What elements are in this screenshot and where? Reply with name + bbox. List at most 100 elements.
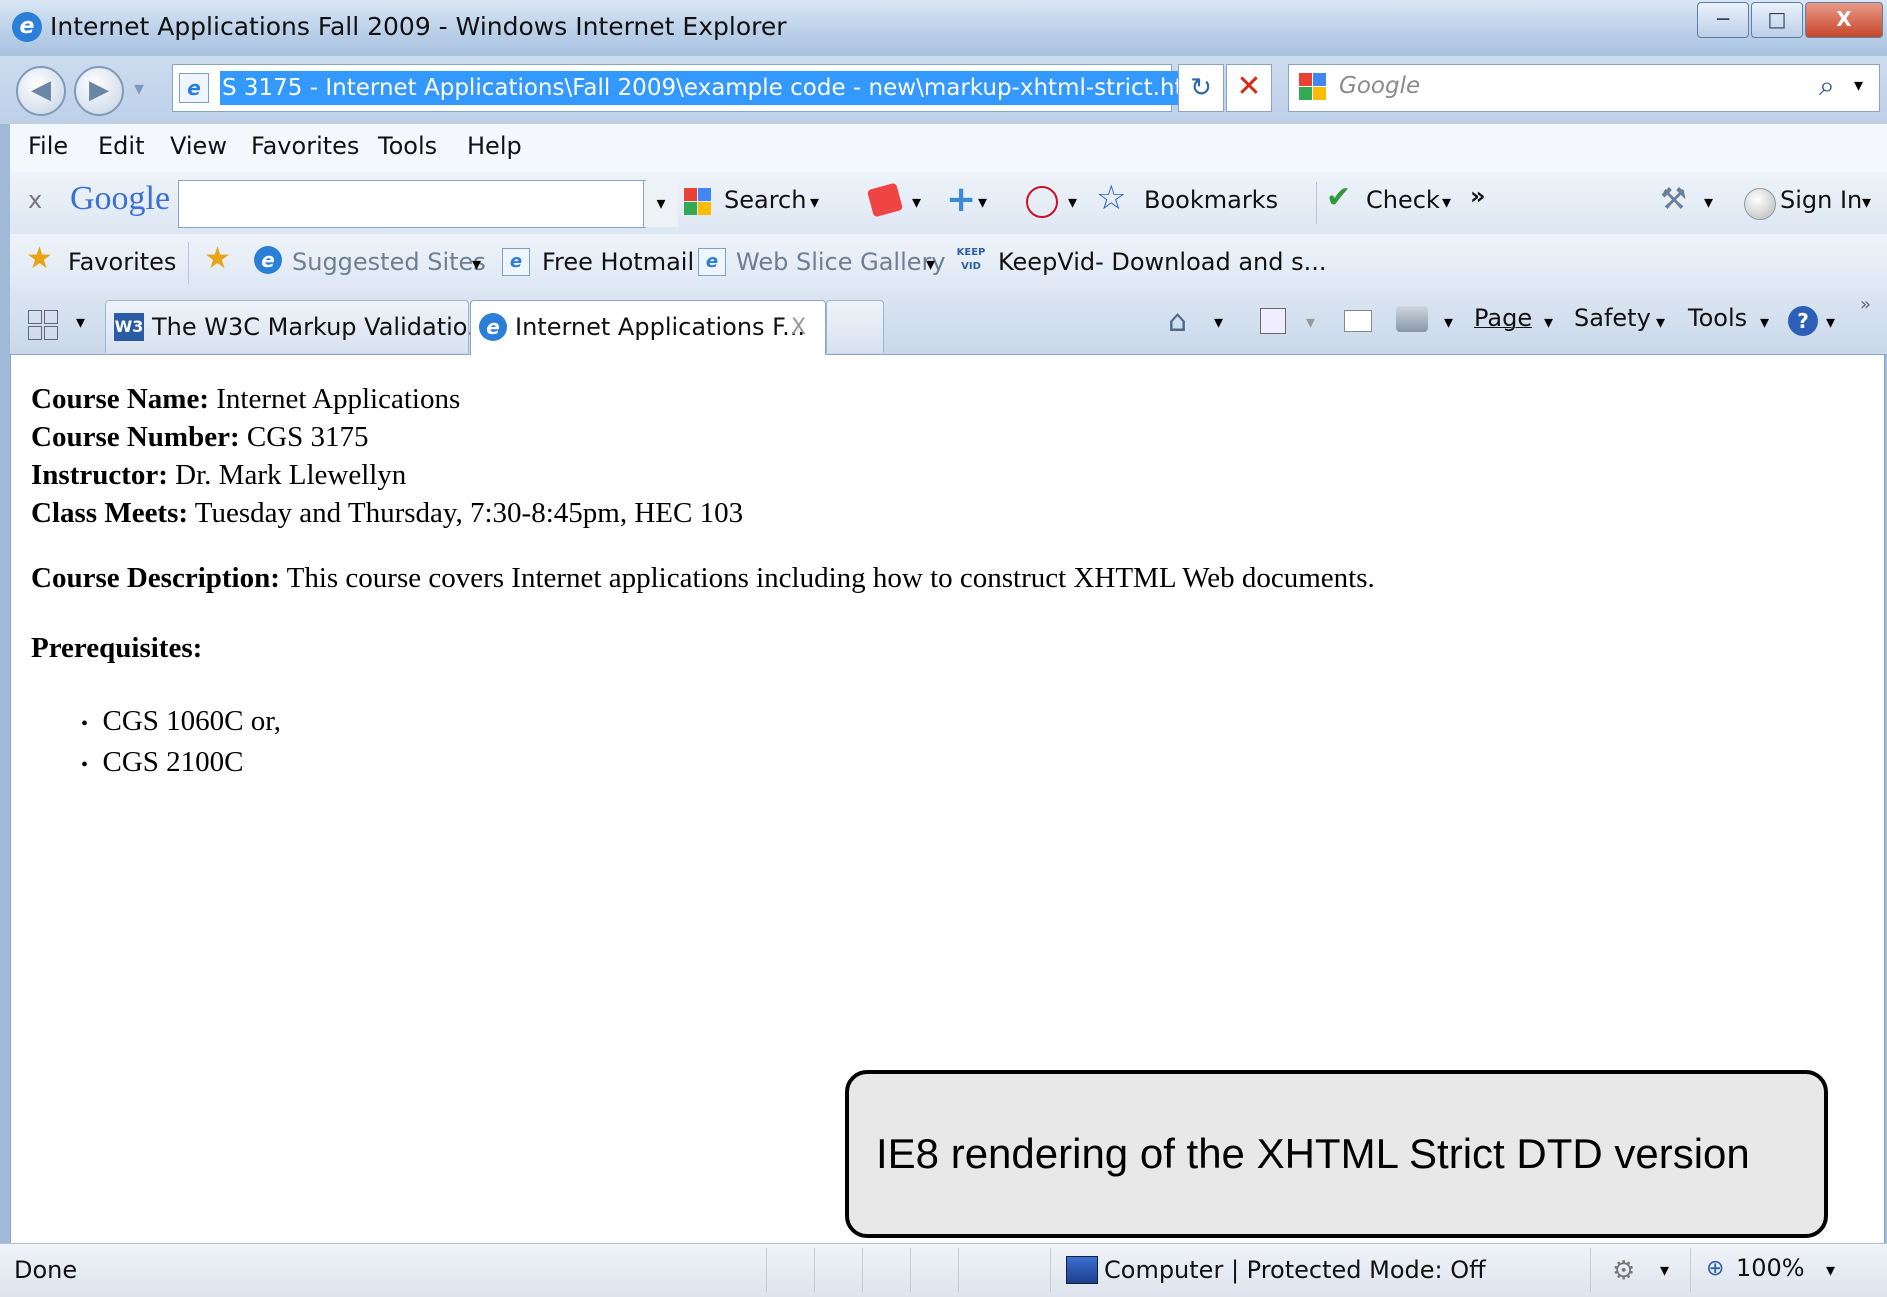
- list-item: • CGS 1060C or,: [81, 705, 282, 737]
- pagerank-dropdown-icon[interactable]: ▾: [912, 192, 921, 213]
- status-separator: [910, 1248, 911, 1292]
- forward-button[interactable]: ▶: [74, 66, 124, 116]
- keepvid-link[interactable]: KeepVid- Download and s...: [998, 248, 1327, 276]
- page-icon: e: [179, 73, 209, 103]
- menu-file[interactable]: File: [28, 132, 68, 160]
- add-favorite-icon[interactable]: ★: [204, 244, 231, 274]
- protected-mode-icon[interactable]: ⚙: [1612, 1256, 1635, 1286]
- web-slice-gallery-link[interactable]: Web Slice Gallery: [736, 248, 946, 276]
- search-dropdown-icon[interactable]: ▾: [810, 192, 819, 213]
- feeds-icon[interactable]: [1260, 308, 1286, 334]
- menu-help[interactable]: Help: [467, 132, 522, 160]
- window-title: Internet Applications Fall 2009 - Window…: [50, 12, 787, 41]
- settings-wrench-icon[interactable]: ⚒: [1660, 182, 1687, 217]
- back-button[interactable]: ◀: [16, 66, 66, 116]
- hotmail-page-icon: e: [502, 248, 530, 276]
- status-separator: [862, 1248, 863, 1292]
- tab-bar: ▾ W3 The W3C Markup Validatio... e Inter…: [10, 292, 1887, 355]
- web-slice-dropdown-icon[interactable]: ▾: [926, 254, 935, 275]
- popup-blocker-icon[interactable]: [1026, 186, 1058, 218]
- page-dropdown-icon[interactable]: ▾: [1544, 312, 1553, 333]
- menu-favorites[interactable]: Favorites: [251, 132, 359, 160]
- title-bar: e Internet Applications Fall 2009 - Wind…: [0, 0, 1887, 56]
- menu-view[interactable]: View: [170, 132, 227, 160]
- help-dropdown-icon[interactable]: ▾: [1826, 312, 1835, 333]
- status-separator: [766, 1248, 767, 1292]
- tools-menu-button[interactable]: Tools: [1688, 304, 1747, 332]
- maximize-button[interactable]: □: [1751, 2, 1803, 38]
- navigation-bar: ◀ ▶ ▾ e S 3175 - Internet Applications\F…: [0, 56, 1887, 124]
- check-button[interactable]: Check: [1366, 186, 1440, 214]
- address-input[interactable]: S 3175 - Internet Applications\Fall 2009…: [220, 71, 1215, 105]
- google-logo: Google: [70, 180, 171, 217]
- status-bar: Done Computer | Protected Mode: Off ⚙ ▾ …: [0, 1243, 1887, 1297]
- more-chevron-icon[interactable]: »: [1470, 182, 1486, 210]
- popup-dropdown-icon[interactable]: ▾: [1068, 192, 1077, 213]
- google-search-input[interactable]: ▾: [178, 180, 678, 228]
- google-toolbar: x Google ▾ Search ▾ ▾ + ▾ ▾ ☆ Bookmarks …: [10, 172, 1887, 235]
- security-zone-text[interactable]: Computer | Protected Mode: Off: [1104, 1256, 1486, 1284]
- ie-page-icon: e: [479, 313, 507, 341]
- check-dropdown-icon[interactable]: ▾: [1442, 192, 1451, 213]
- w3c-icon: W3: [114, 313, 144, 341]
- class-meets-line: Class Meets: Tuesday and Thursday, 7:30-…: [31, 494, 743, 532]
- quick-tabs-icon[interactable]: [24, 306, 60, 342]
- prereq-2: CGS 2100C: [102, 746, 244, 778]
- minimize-button[interactable]: ─: [1697, 2, 1749, 38]
- pagerank-icon[interactable]: [866, 182, 904, 218]
- suggested-sites-dropdown-icon[interactable]: ▾: [472, 254, 481, 275]
- home-dropdown-icon[interactable]: ▾: [1214, 312, 1223, 333]
- web-slice-icon: e: [698, 248, 726, 276]
- add-button-icon[interactable]: +: [946, 182, 976, 218]
- home-icon[interactable]: ⌂: [1168, 304, 1187, 339]
- tab-close-icon[interactable]: X: [791, 315, 806, 340]
- address-bar[interactable]: e S 3175 - Internet Applications\Fall 20…: [172, 64, 1337, 112]
- search-input[interactable]: Google: [1339, 73, 1420, 99]
- toolbar-close-icon[interactable]: x: [28, 186, 42, 214]
- web-search-box[interactable]: Google ⌕ ▾: [1288, 64, 1880, 112]
- status-separator: [1690, 1248, 1691, 1292]
- free-hotmail-link[interactable]: Free Hotmail: [542, 248, 694, 276]
- tab-w3c-validator[interactable]: W3 The W3C Markup Validatio...: [105, 300, 490, 353]
- command-more-icon[interactable]: »: [1860, 294, 1871, 315]
- mail-icon[interactable]: [1344, 310, 1372, 332]
- tools-dropdown-icon[interactable]: ▾: [1760, 312, 1769, 333]
- tab-list-dropdown-icon[interactable]: ▾: [76, 312, 85, 333]
- protected-mode-dropdown-icon[interactable]: ▾: [1660, 1260, 1669, 1281]
- search-options-icon[interactable]: ▾: [1854, 75, 1863, 96]
- favorites-bar: ★ Favorites ★ e Suggested Sites ▾ e Free…: [10, 234, 1887, 293]
- refresh-button[interactable]: ↻: [1178, 64, 1224, 112]
- suggested-sites-link[interactable]: Suggested Sites: [292, 248, 486, 276]
- new-tab-button[interactable]: [826, 300, 884, 353]
- settings-dropdown-icon[interactable]: ▾: [1704, 192, 1713, 213]
- menu-edit[interactable]: Edit: [98, 132, 144, 160]
- menu-tools[interactable]: Tools: [378, 132, 437, 160]
- status-separator: [814, 1248, 815, 1292]
- tab-internet-applications[interactable]: e Internet Applications F... X: [470, 300, 826, 355]
- search-history-dropdown-icon[interactable]: ▾: [643, 181, 678, 227]
- bookmarks-button[interactable]: Bookmarks: [1144, 186, 1278, 214]
- safety-dropdown-icon[interactable]: ▾: [1656, 312, 1665, 333]
- history-dropdown-icon[interactable]: ▾: [134, 76, 144, 100]
- prerequisites-label: Prerequisites:: [31, 632, 203, 664]
- print-dropdown-icon[interactable]: ▾: [1444, 312, 1453, 333]
- callout-text: IE8 rendering of the XHTML Strict DTD ve…: [876, 1130, 1750, 1177]
- spellcheck-icon: ✔: [1326, 180, 1352, 215]
- page-menu-button[interactable]: Page: [1474, 304, 1532, 332]
- add-dropdown-icon[interactable]: ▾: [978, 192, 987, 213]
- safety-menu-button[interactable]: Safety: [1574, 304, 1651, 332]
- google-search-button[interactable]: Search: [724, 186, 806, 214]
- feeds-dropdown-icon[interactable]: ▾: [1306, 312, 1315, 333]
- signin-button[interactable]: Sign In: [1780, 186, 1862, 214]
- help-icon[interactable]: ?: [1788, 306, 1818, 336]
- signin-dropdown-icon[interactable]: ▾: [1862, 192, 1871, 213]
- zoom-dropdown-icon[interactable]: ▾: [1826, 1260, 1835, 1281]
- course-number-value: CGS 3175: [246, 421, 369, 453]
- zoom-level[interactable]: 100%: [1736, 1254, 1805, 1282]
- favorites-button[interactable]: Favorites: [68, 248, 176, 276]
- stop-button[interactable]: ✕: [1226, 64, 1272, 112]
- close-window-button[interactable]: X: [1805, 2, 1883, 38]
- toolbar-separator: [1316, 182, 1317, 224]
- print-icon[interactable]: [1396, 306, 1428, 332]
- search-go-icon[interactable]: ⌕: [1819, 69, 1835, 103]
